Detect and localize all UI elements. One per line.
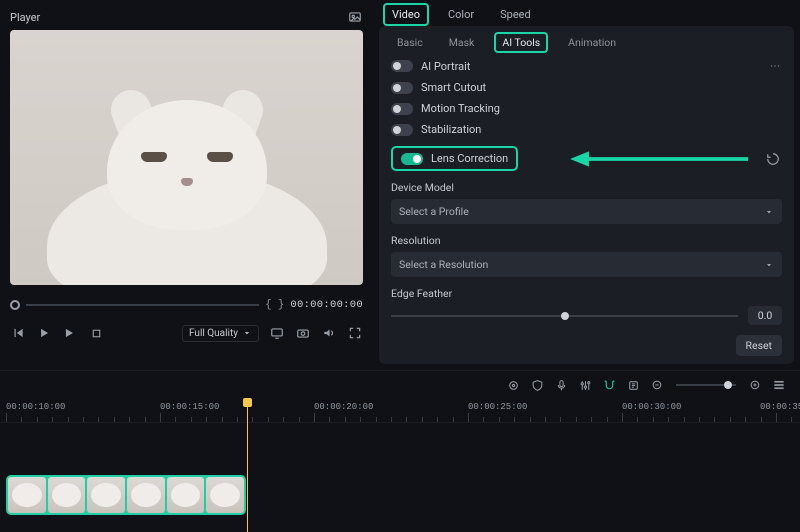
quality-label: Full Quality	[189, 328, 238, 339]
adjust-icon[interactable]	[578, 378, 592, 392]
chevron-down-icon	[764, 260, 774, 270]
ruler-label: 00:00:35:00	[760, 402, 800, 412]
video-clip[interactable]	[6, 475, 246, 515]
quality-dropdown[interactable]: Full Quality	[182, 325, 259, 342]
label-motion-tracking: Motion Tracking	[421, 102, 500, 115]
toggle-stabilization[interactable]	[391, 124, 413, 136]
marker-end-icon[interactable]: }	[278, 299, 285, 311]
row-lens-correction: Lens Correction	[391, 146, 518, 171]
ruler-label: 00:00:30:00	[622, 402, 681, 412]
chevron-down-icon	[764, 207, 774, 217]
row-ai-portrait: AI Portrait	[391, 59, 782, 73]
scrub-playhead[interactable]	[10, 300, 20, 310]
zoom-out-icon[interactable]	[650, 378, 664, 392]
select-resolution-value: Select a Resolution	[399, 258, 488, 271]
preview-viewport[interactable]	[10, 30, 363, 285]
subtab-ai-tools[interactable]: AI Tools	[494, 32, 548, 53]
select-device-model[interactable]: Select a Profile	[391, 199, 782, 224]
display-icon[interactable]	[269, 325, 285, 341]
label-edge-feather: Edge Feather	[391, 287, 782, 300]
label-stabilization: Stabilization	[421, 123, 481, 136]
zoom-slider[interactable]	[676, 384, 736, 386]
row-stabilization: Stabilization	[391, 123, 782, 136]
ruler-label: 00:00:25:00	[468, 402, 527, 412]
tab-speed[interactable]: Speed	[493, 5, 538, 24]
reset-button[interactable]: Reset	[736, 335, 782, 356]
stop-icon[interactable]	[88, 325, 104, 341]
marker-tool-icon[interactable]	[626, 378, 640, 392]
toggle-smart-cutout[interactable]	[391, 82, 413, 94]
subtab-mask[interactable]: Mask	[443, 34, 481, 51]
label-resolution: Resolution	[391, 234, 782, 247]
section-reset-icon[interactable]	[764, 150, 782, 168]
label-smart-cutout: Smart Cutout	[421, 81, 486, 94]
timeline-toolbar	[0, 371, 800, 399]
row-motion-tracking: Motion Tracking	[391, 102, 782, 115]
annotation-arrow	[518, 149, 758, 169]
shield-icon[interactable]	[530, 378, 544, 392]
label-lens-correction: Lens Correction	[431, 152, 508, 165]
tab-color[interactable]: Color	[441, 5, 481, 24]
track-view-icon[interactable]	[772, 378, 786, 392]
track-area[interactable]	[0, 423, 800, 523]
snapshot-icon[interactable]	[347, 9, 363, 25]
prev-frame-icon[interactable]	[10, 325, 26, 341]
camera-icon[interactable]	[295, 325, 311, 341]
more-icon[interactable]	[768, 59, 782, 73]
volume-icon[interactable]	[321, 325, 337, 341]
target-icon[interactable]	[506, 378, 520, 392]
subtab-animation[interactable]: Animation	[562, 34, 622, 51]
row-smart-cutout: Smart Cutout	[391, 81, 782, 94]
ruler-label: 00:00:15:00	[160, 402, 219, 412]
scrub-track[interactable]	[26, 304, 259, 306]
time-ruler[interactable]: 00:00:10:00 00:00:15:00 00:00:20:00 00:0…	[0, 399, 800, 423]
label-device-model: Device Model	[391, 181, 782, 194]
tab-video[interactable]: Video	[383, 3, 429, 26]
toggle-ai-portrait[interactable]	[391, 60, 413, 72]
player-pane: Player { } 00:00:00:00	[0, 0, 373, 370]
label-ai-portrait: AI Portrait	[421, 60, 470, 73]
player-title: Player	[10, 11, 40, 24]
timeline: 00:00:10:00 00:00:15:00 00:00:20:00 00:0…	[0, 370, 800, 524]
subtab-basic[interactable]: Basic	[391, 34, 429, 51]
play-icon[interactable]	[36, 325, 52, 341]
value-edge-feather[interactable]: 0.0	[748, 306, 782, 325]
magnet-icon[interactable]	[602, 378, 616, 392]
toggle-lens-correction[interactable]	[401, 153, 423, 165]
zoom-in-icon[interactable]	[748, 378, 762, 392]
toggle-motion-tracking[interactable]	[391, 103, 413, 115]
play-forward-icon[interactable]	[62, 325, 78, 341]
slider-edge-feather[interactable]	[391, 315, 738, 317]
fullscreen-icon[interactable]	[347, 325, 363, 341]
ruler-label: 00:00:20:00	[314, 402, 373, 412]
properties-pane: Video Color Speed Basic Mask AI Tools An…	[373, 0, 800, 370]
select-resolution[interactable]: Select a Resolution	[391, 252, 782, 277]
marker-start-icon[interactable]: {	[265, 299, 272, 311]
ruler-label: 00:00:10:00	[6, 402, 65, 412]
mic-icon[interactable]	[554, 378, 568, 392]
select-device-model-value: Select a Profile	[399, 205, 469, 218]
timecode-display: 00:00:00:00	[290, 299, 363, 311]
